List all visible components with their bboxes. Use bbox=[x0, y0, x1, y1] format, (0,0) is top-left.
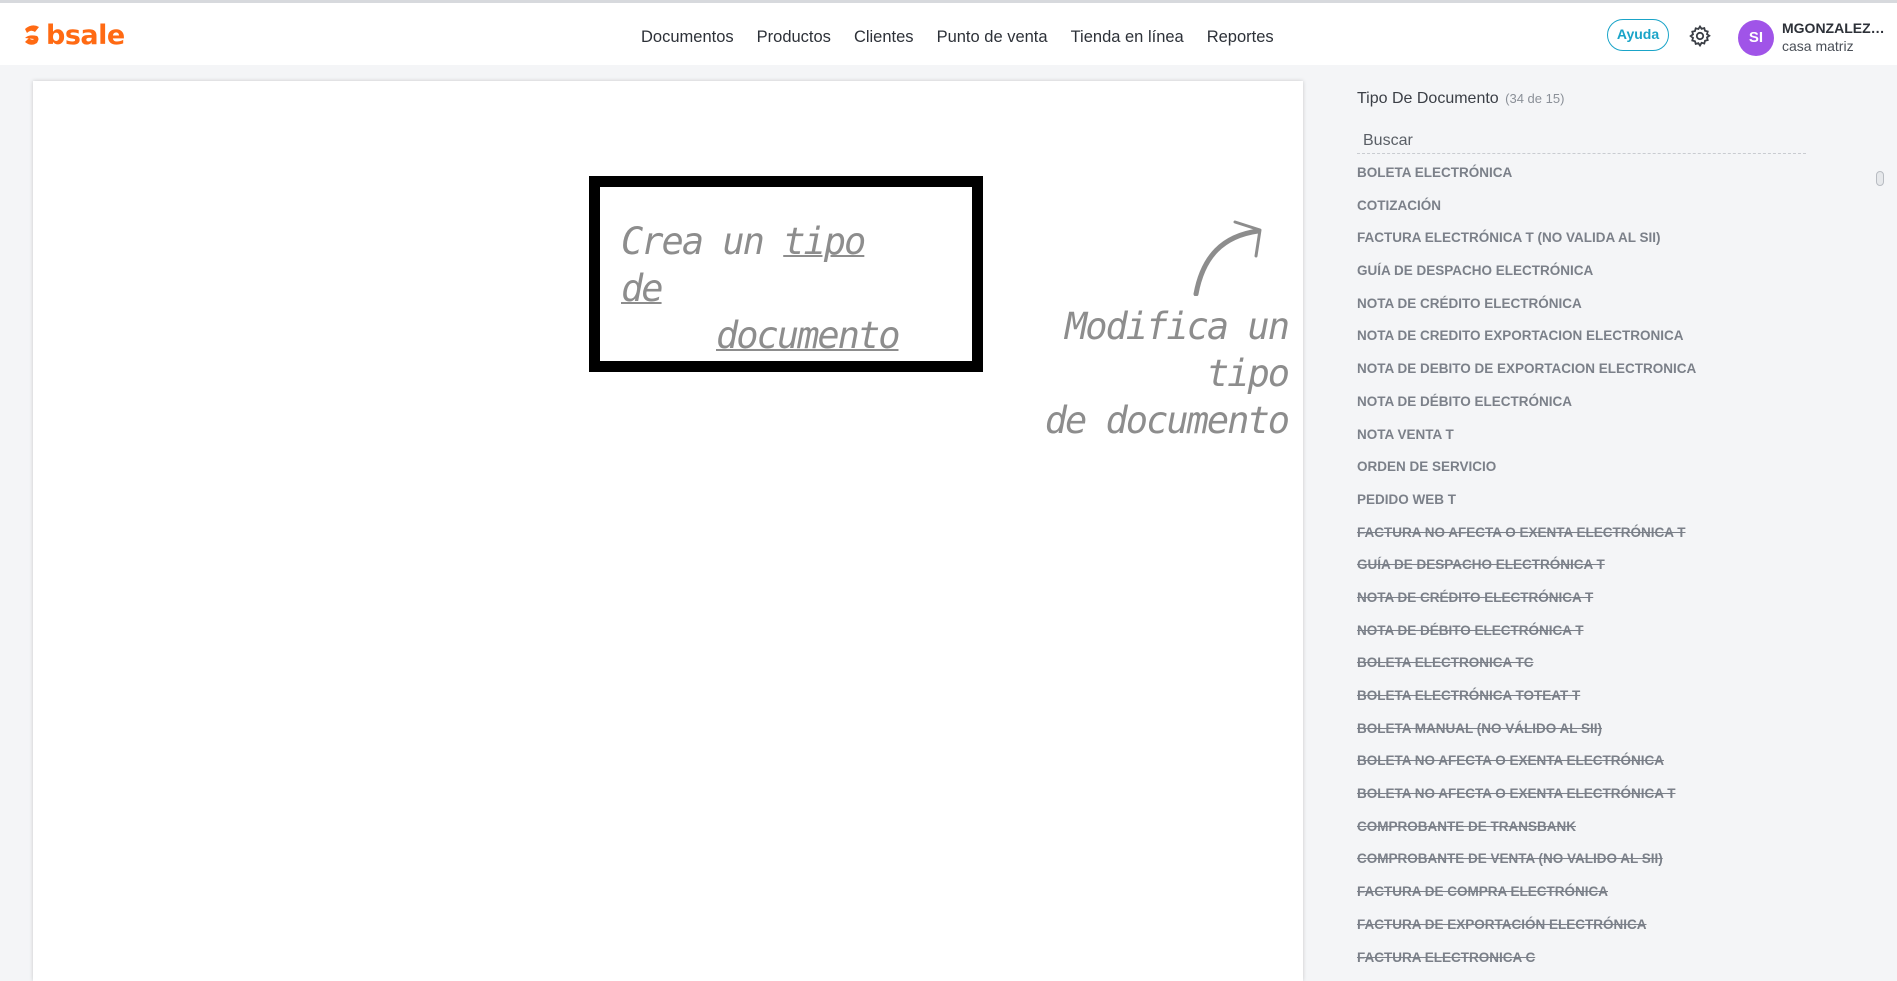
modify-line-1: Modifica un tipo bbox=[1064, 305, 1290, 395]
nav-item-reportes[interactable]: Reportes bbox=[1207, 28, 1274, 47]
document-type-item[interactable]: BOLETA ELECTRÓNICA bbox=[1357, 163, 1877, 196]
create-prefix: Crea un bbox=[621, 220, 784, 263]
document-type-sidebar: Tipo De Documento (34 de 15) BOLETA ELEC… bbox=[1357, 88, 1897, 980]
nav-item-documentos[interactable]: Documentos bbox=[641, 28, 734, 47]
create-link-part-2[interactable]: documento bbox=[621, 312, 921, 359]
document-type-item[interactable]: NOTA DE DEBITO DE EXPORTACION ELECTRONIC… bbox=[1357, 359, 1877, 392]
document-type-item[interactable]: FACTURA ELECTRÓNICA T (NO VALIDA AL SII) bbox=[1357, 228, 1877, 261]
nav-item-punto-de-venta[interactable]: Punto de venta bbox=[937, 28, 1048, 47]
document-type-item[interactable]: FACTURA ELECTRONICA C bbox=[1357, 948, 1877, 981]
bsale-logo[interactable]: bsale bbox=[22, 19, 125, 51]
user-branch: casa matriz bbox=[1782, 38, 1854, 54]
user-name[interactable]: MGONZALEZ_... bbox=[1782, 20, 1890, 36]
document-type-item[interactable]: NOTA DE CRÉDITO ELECTRÓNICA T bbox=[1357, 588, 1877, 621]
document-type-item[interactable]: ORDEN DE SERVICIO bbox=[1357, 457, 1877, 490]
document-type-item[interactable]: NOTA DE CRÉDITO ELECTRÓNICA bbox=[1357, 294, 1877, 327]
modify-document-type-text: Modifica un tipo de documento bbox=[998, 303, 1290, 444]
gear-icon[interactable] bbox=[1688, 24, 1712, 48]
document-type-item[interactable]: BOLETA NO AFECTA O EXENTA ELECTRÓNICA T bbox=[1357, 784, 1877, 817]
modify-line-2: de documento bbox=[1044, 399, 1290, 442]
create-document-type-text: Crea un tipo de documento bbox=[621, 218, 921, 359]
document-type-item[interactable]: BOLETA ELECTRÓNICA TOTEAT T bbox=[1357, 686, 1877, 719]
curved-arrow-icon bbox=[1193, 220, 1262, 296]
document-type-item[interactable]: COTIZACIÓN bbox=[1357, 196, 1877, 229]
sidebar-title: Tipo De Documento (34 de 15) bbox=[1357, 90, 1564, 108]
document-type-item[interactable]: COMPROBANTE DE TRANSBANK bbox=[1357, 817, 1877, 850]
document-type-item[interactable]: NOTA DE DÉBITO ELECTRÓNICA bbox=[1357, 392, 1877, 425]
bsale-logo-icon bbox=[25, 25, 39, 45]
document-type-item[interactable]: FACTURA DE EXPORTACIÓN ELECTRÓNICA bbox=[1357, 915, 1877, 948]
sidebar-scrollbar[interactable] bbox=[1876, 171, 1884, 186]
document-type-item[interactable]: COMPROBANTE DE VENTA (NO VALIDO AL SII) bbox=[1357, 849, 1877, 882]
document-type-item[interactable]: BOLETA ELECTRONICA TC bbox=[1357, 653, 1877, 686]
user-avatar[interactable]: SI bbox=[1738, 20, 1774, 56]
top-header: bsale Documentos Productos Clientes Punt… bbox=[0, 3, 1897, 65]
help-button[interactable]: Ayuda bbox=[1607, 19, 1669, 51]
document-type-item[interactable]: NOTA VENTA T bbox=[1357, 425, 1877, 458]
document-type-item[interactable]: BOLETA NO AFECTA O EXENTA ELECTRÓNICA bbox=[1357, 751, 1877, 784]
document-type-item[interactable]: PEDIDO WEB T bbox=[1357, 490, 1877, 523]
nav-item-clientes[interactable]: Clientes bbox=[854, 28, 914, 47]
sidebar-title-text: Tipo De Documento bbox=[1357, 90, 1499, 107]
document-type-item[interactable]: FACTURA DE COMPRA ELECTRÓNICA bbox=[1357, 882, 1877, 915]
search-input[interactable] bbox=[1357, 128, 1806, 154]
create-document-type-box[interactable]: Crea un tipo de documento bbox=[589, 176, 983, 372]
bsale-logo-text: bsale bbox=[46, 19, 125, 51]
nav-item-tienda-en-linea[interactable]: Tienda en línea bbox=[1071, 28, 1184, 47]
document-canvas: Crea un tipo de documento Modifica un ti… bbox=[33, 81, 1303, 981]
document-type-item[interactable]: NOTA DE DÉBITO ELECTRÓNICA T bbox=[1357, 621, 1877, 654]
document-type-item[interactable]: NOTA DE CREDITO EXPORTACION ELECTRONICA bbox=[1357, 326, 1877, 359]
document-type-item[interactable]: GUÍA DE DESPACHO ELECTRÓNICA bbox=[1357, 261, 1877, 294]
nav-item-productos[interactable]: Productos bbox=[757, 28, 831, 47]
document-type-item[interactable]: GUÍA DE DESPACHO ELECTRÓNICA T bbox=[1357, 555, 1877, 588]
main-nav: Documentos Productos Clientes Punto de v… bbox=[641, 24, 1274, 50]
sidebar-count: (34 de 15) bbox=[1505, 91, 1565, 106]
document-type-list: BOLETA ELECTRÓNICA COTIZACIÓN FACTURA ELEC… bbox=[1357, 163, 1877, 980]
document-type-item[interactable]: BOLETA MANUAL (NO VÁLIDO AL SII) bbox=[1357, 719, 1877, 752]
document-type-item[interactable]: FACTURA NO AFECTA O EXENTA ELECTRÓNICA T bbox=[1357, 523, 1877, 556]
